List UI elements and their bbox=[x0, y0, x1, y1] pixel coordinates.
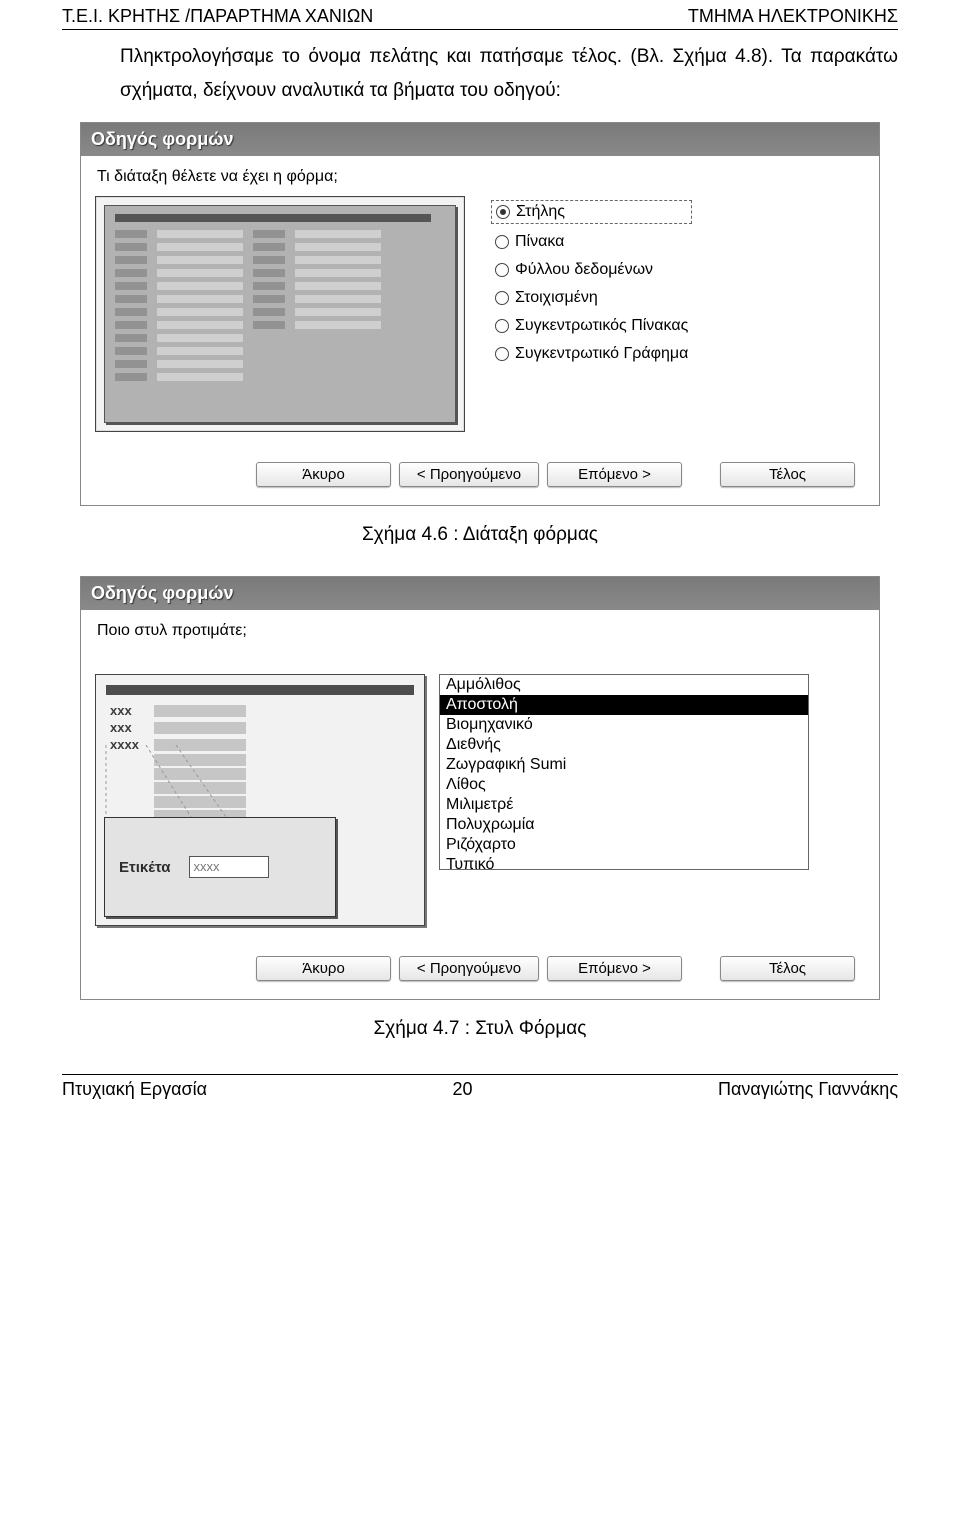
radio-option-pivot-table[interactable]: Συγκεντρωτικός Πίνακας bbox=[491, 316, 692, 336]
radio-icon bbox=[495, 347, 509, 361]
style-option[interactable]: Μιλιμετρέ bbox=[440, 795, 808, 815]
preview-row-label: xxx bbox=[110, 720, 148, 735]
wizard-question: Τι διάταξη θέλετε να έχει η φόρμα; bbox=[97, 168, 865, 186]
style-option[interactable]: Ζωγραφική Sumi bbox=[440, 755, 808, 775]
header-right: ΤΜΗΜΑ ΗΛΕΚΤΡΟΝΙΚΗΣ bbox=[688, 6, 898, 27]
radio-icon bbox=[496, 205, 510, 219]
back-button[interactable]: < Προηγούμενο bbox=[399, 956, 539, 981]
header-left: T.E.I. ΚΡΗΤΗΣ /ΠΑΡΑΡΤΗΜΑ ΧΑΝΙΩΝ bbox=[62, 6, 373, 27]
preview-card-label: Ετικέτα bbox=[119, 859, 171, 876]
radio-option-datasheet[interactable]: Φύλλου δεδομένων bbox=[491, 260, 692, 280]
style-option[interactable]: Αμμόλιθος bbox=[440, 675, 808, 695]
figure-caption-4-6: Σχήμα 4.6 : Διάταξη φόρμας bbox=[0, 524, 960, 546]
wizard-title: Οδηγός φορμών bbox=[81, 123, 879, 156]
radio-option-table[interactable]: Πίνακα bbox=[491, 232, 692, 252]
body-paragraph: Πληκτρολογήσαμε το όνομα πελάτης και πατ… bbox=[0, 30, 960, 114]
style-option[interactable]: Πολυχρωμία bbox=[440, 815, 808, 835]
radio-icon bbox=[495, 263, 509, 277]
layout-radio-list: Στήλης Πίνακα Φύλλου δεδομένων Στοιχισμέ… bbox=[491, 196, 692, 432]
radio-icon bbox=[495, 235, 509, 249]
style-listbox[interactable]: Αμμόλιθος Αποστολή Βιομηχανικό Διεθνής Ζ… bbox=[439, 674, 809, 870]
cancel-button[interactable]: Άκυρο bbox=[256, 956, 391, 981]
wizard-title: Οδηγός φορμών bbox=[81, 577, 879, 610]
style-option[interactable]: Ριζόχαρτο bbox=[440, 835, 808, 855]
radio-label: Στοιχισμένη bbox=[515, 289, 598, 307]
footer-right: Παναγιώτης Γιαννάκης bbox=[718, 1079, 898, 1100]
form-wizard-layout: Οδηγός φορμών Τι διάταξη θέλετε να έχει … bbox=[80, 122, 880, 506]
preview-row-label: xxxx bbox=[110, 737, 148, 752]
wizard-question: Ποιο στυλ προτιμάτε; bbox=[97, 622, 865, 640]
radio-icon bbox=[495, 319, 509, 333]
form-wizard-style: Οδηγός φορμών Ποιο στυλ προτιμάτε; xxx x… bbox=[80, 576, 880, 1000]
radio-label: Συγκεντρωτικός Πίνακας bbox=[515, 317, 688, 335]
footer-page-number: 20 bbox=[452, 1079, 472, 1100]
footer-left: Πτυχιακή Εργασία bbox=[62, 1079, 207, 1100]
preview-card-value: xxxx bbox=[189, 856, 269, 878]
back-button[interactable]: < Προηγούμενο bbox=[399, 462, 539, 487]
style-option[interactable]: Αποστολή bbox=[440, 695, 808, 715]
layout-preview bbox=[95, 196, 465, 432]
next-button[interactable]: Επόμενο > bbox=[547, 956, 682, 981]
radio-label: Φύλλου δεδομένων bbox=[515, 261, 653, 279]
radio-option-column[interactable]: Στήλης bbox=[491, 200, 692, 224]
cancel-button[interactable]: Άκυρο bbox=[256, 462, 391, 487]
figure-caption-4-7: Σχήμα 4.7 : Στυλ Φόρμας bbox=[0, 1018, 960, 1040]
finish-button[interactable]: Τέλος bbox=[720, 956, 855, 981]
style-option[interactable]: Τυπικό bbox=[440, 855, 808, 870]
style-option[interactable]: Διεθνής bbox=[440, 735, 808, 755]
radio-label: Στήλης bbox=[516, 203, 565, 221]
radio-label: Πίνακα bbox=[515, 233, 564, 251]
radio-option-pivot-chart[interactable]: Συγκεντρωτικό Γράφημα bbox=[491, 344, 692, 364]
radio-icon bbox=[495, 291, 509, 305]
style-preview: xxx xxx xxxx Ετι bbox=[95, 674, 425, 926]
radio-label: Συγκεντρωτικό Γράφημα bbox=[515, 345, 688, 363]
preview-row-label: xxx bbox=[110, 703, 148, 718]
finish-button[interactable]: Τέλος bbox=[720, 462, 855, 487]
next-button[interactable]: Επόμενο > bbox=[547, 462, 682, 487]
radio-option-justified[interactable]: Στοιχισμένη bbox=[491, 288, 692, 308]
style-option[interactable]: Λίθος bbox=[440, 775, 808, 795]
style-option[interactable]: Βιομηχανικό bbox=[440, 715, 808, 735]
